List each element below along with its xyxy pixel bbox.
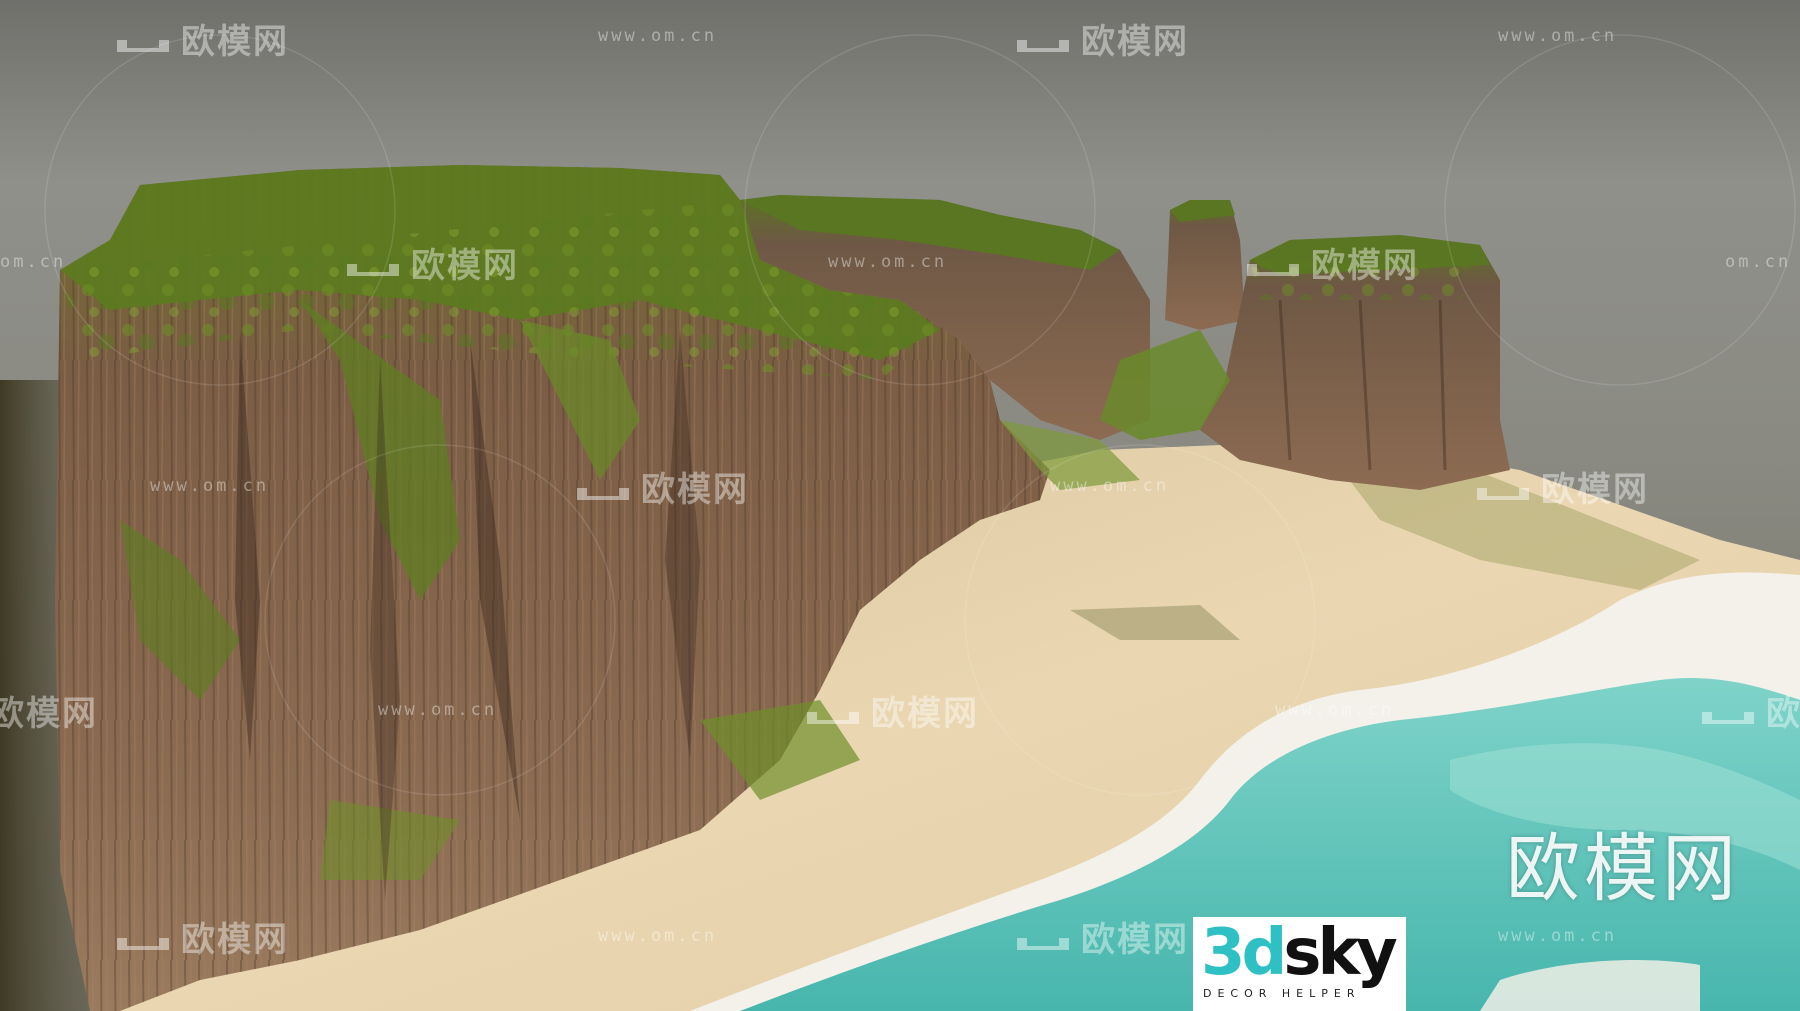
watermark-brand: 欧模网 [1015,14,1189,63]
watermark-brand: 欧模网 [1475,462,1649,511]
sofa-icon [347,263,399,276]
watermark-url: www.om.cn [828,252,948,272]
sofa-icon [117,39,169,52]
logo-wordmark: 3dsky [1201,921,1398,985]
watermark-brand: 欧模网 [1245,238,1419,287]
watermark-brand: 欧模网 [1015,912,1189,961]
watermark-brand: 欧模网 [345,238,519,287]
watermark-url: www.om.cn [598,26,718,46]
sofa-icon [807,711,859,724]
watermark-url: www.om.cn [1050,476,1170,496]
watermark-brand: 欧模网 [0,694,98,734]
sofa-icon [1702,711,1754,724]
watermark-url: www.om.cn [598,926,718,946]
watermark-brand: 欧模网 [115,14,289,63]
watermark-brand: 欧模网 [1700,686,1800,735]
sofa-icon [1477,487,1529,500]
3dsky-logo: 3dsky DECOR HELPER [1193,917,1406,1011]
watermark-brand: 欧模网 [575,462,749,511]
sofa-icon [577,487,629,500]
watermark-url: om.cn [1725,252,1792,272]
watermark-brand: 欧模网 [115,912,289,961]
watermark-url: www.om.cn [1498,926,1618,946]
logo-3d-part: 3d [1201,916,1287,990]
watermark-url: www.om.cn [378,700,498,720]
watermark-brand: 欧模网 [805,686,979,735]
sofa-icon [1017,39,1069,52]
sofa-icon [1247,263,1299,276]
watermark-url: www.om.cn [1498,26,1618,46]
corner-brand-mark: 欧模网 [1506,826,1740,912]
sofa-icon [1017,937,1069,950]
watermark-url: om.cn [0,252,67,272]
sofa-icon [117,937,169,950]
render-viewport: 欧模网 www.om.cn 欧模网 www.om.cn om.cn 欧模网 ww… [0,0,1800,1011]
watermark-url: www.om.cn [1275,700,1395,720]
logo-sky-part: sky [1283,916,1397,990]
watermark-url: www.om.cn [150,476,270,496]
